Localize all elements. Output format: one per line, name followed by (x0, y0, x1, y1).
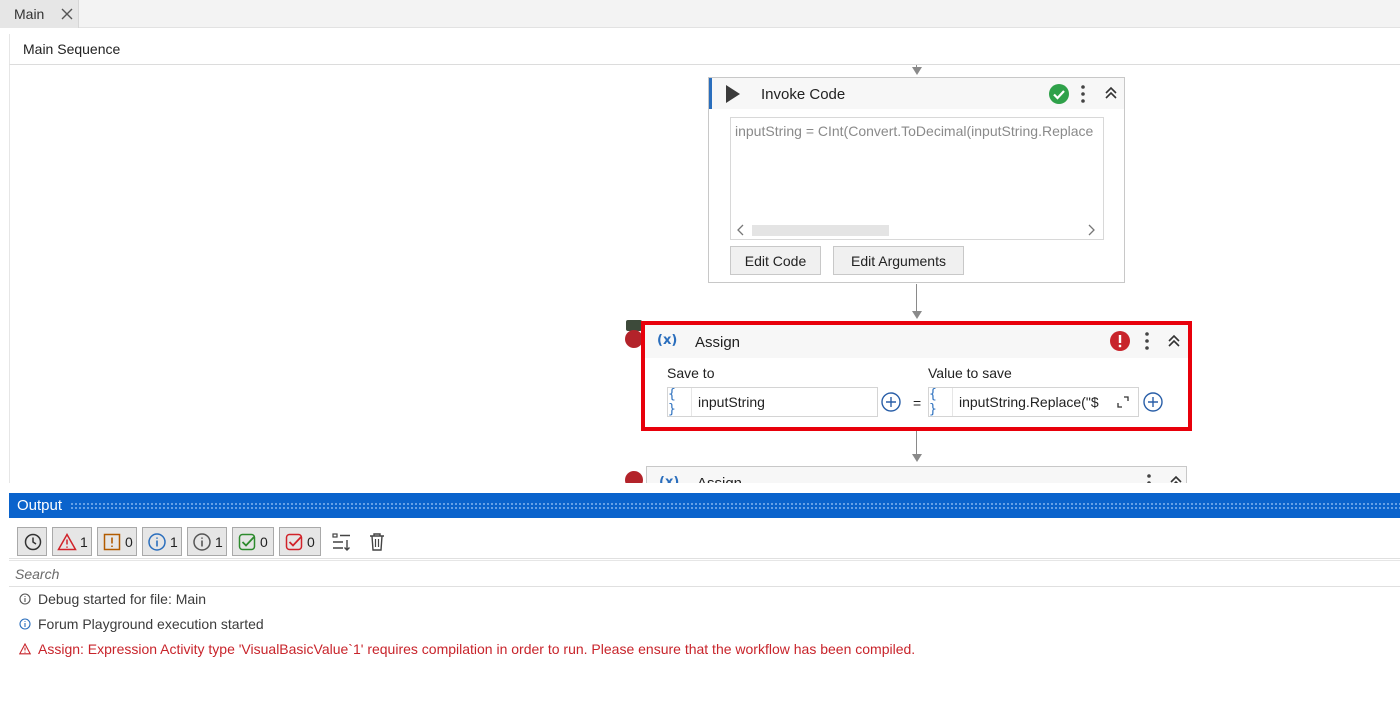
save-to-field[interactable]: { } inputString (667, 387, 878, 417)
connector-arrow (912, 67, 922, 75)
warning-triangle-icon (19, 643, 31, 655)
equals-sign: = (913, 395, 922, 411)
info-circle-icon (148, 532, 166, 551)
add-circle-icon[interactable] (880, 391, 902, 413)
assign-title: Assign (697, 475, 742, 483)
scrollbar-thumb[interactable] (752, 225, 889, 236)
edit-code-button[interactable]: Edit Code (730, 246, 821, 275)
breadcrumb-main-sequence[interactable]: Main Sequence (23, 41, 120, 57)
scroll-right-icon[interactable] (1086, 224, 1096, 236)
connector-arrow (912, 311, 922, 319)
errors-filter-button[interactable]: 1 (52, 527, 92, 556)
panel-drag-handle[interactable] (70, 501, 1400, 510)
value-to-save-label: Value to save (928, 365, 1012, 381)
invoke-code-activity[interactable]: Invoke Code inputString = CInt(Convert.T… (708, 77, 1125, 283)
collapse-icon[interactable] (1168, 474, 1184, 483)
log-entry[interactable]: Debug started for file: Main (19, 588, 206, 610)
success-count: 0 (260, 533, 268, 550)
invoke-code-title: Invoke Code (761, 86, 846, 103)
log-text: Assign: Expression Activity type 'Visual… (38, 641, 916, 657)
more-options-icon[interactable] (1079, 83, 1087, 105)
play-icon (726, 85, 740, 103)
designer-canvas[interactable]: Invoke Code inputString = CInt(Convert.T… (9, 65, 1400, 483)
error-icon[interactable] (1109, 330, 1131, 352)
breakpoint-icon[interactable] (625, 471, 643, 483)
timestamp-toggle-button[interactable] (17, 527, 47, 556)
check-circle-icon (1049, 84, 1069, 104)
scroll-left-icon[interactable] (736, 224, 746, 236)
clock-icon (24, 533, 42, 550)
info-count: 1 (170, 533, 178, 550)
info-circle-icon (19, 618, 31, 630)
assign-activity[interactable]: (x) Assign (646, 466, 1187, 483)
collapse-icon[interactable] (1103, 85, 1119, 101)
edit-arguments-button[interactable]: Edit Arguments (833, 246, 964, 275)
log-text: Forum Playground execution started (38, 616, 264, 632)
code-editor[interactable]: inputString = CInt(Convert.ToDecimal(inp… (730, 117, 1104, 240)
tab-main-label: Main (14, 6, 45, 22)
trace-circle-icon (193, 532, 211, 551)
assign-variable-icon: (x) (657, 333, 678, 348)
warning-square-icon (103, 533, 121, 550)
output-search (9, 560, 1400, 587)
connector-line (916, 284, 917, 314)
warnings-count: 0 (125, 533, 133, 550)
output-log: Debug started for file: Main Forum Playg… (9, 587, 1400, 715)
tab-main[interactable]: Main (0, 0, 79, 28)
horizontal-scrollbar[interactable] (731, 221, 1103, 239)
panel-edge (0, 493, 9, 715)
collapse-icon[interactable] (1166, 333, 1182, 349)
sort-list-icon[interactable] (331, 531, 353, 553)
value-to-save-field[interactable]: { } inputString.Replace("$ (928, 387, 1139, 417)
invoke-code-header[interactable]: Invoke Code (709, 78, 1124, 109)
assign-activity[interactable]: (x) Assign Save to Value to save { } inp… (641, 321, 1192, 431)
check-error-square-icon (285, 533, 303, 550)
save-to-label: Save to (667, 365, 715, 381)
success-filter-button[interactable]: 0 (232, 527, 274, 556)
value-to-save-value: inputString.Replace("$ (959, 394, 1099, 410)
check-square-icon (238, 533, 256, 550)
close-icon[interactable] (58, 5, 76, 23)
add-circle-icon[interactable] (1142, 391, 1164, 413)
braces-icon: { } (929, 387, 953, 417)
output-panel-header[interactable]: Output (9, 493, 1400, 518)
assign-variable-icon: (x) (659, 475, 680, 483)
failures-filter-button[interactable]: 0 (279, 527, 321, 556)
assign-header[interactable]: (x) Assign (645, 325, 1188, 358)
trash-icon[interactable] (366, 531, 388, 553)
info-filter-button[interactable]: 1 (142, 527, 182, 556)
output-toolbar: 1 0 1 1 0 0 (9, 519, 1400, 559)
more-options-icon[interactable] (1145, 472, 1153, 483)
trace-circle-icon (19, 593, 31, 605)
log-entry[interactable]: Forum Playground execution started (19, 613, 264, 635)
document-tab-strip: Main (0, 0, 1400, 28)
errors-count: 1 (80, 533, 88, 550)
search-input[interactable] (9, 561, 1400, 586)
assign-title: Assign (695, 334, 741, 351)
connector-arrow (912, 454, 922, 462)
expand-icon[interactable] (1116, 395, 1130, 409)
failures-count: 0 (307, 533, 315, 550)
output-title: Output (17, 497, 63, 514)
trace-count: 1 (215, 533, 223, 550)
warnings-filter-button[interactable]: 0 (97, 527, 137, 556)
save-to-value: inputString (698, 394, 765, 410)
trace-filter-button[interactable]: 1 (187, 527, 227, 556)
log-text: Debug started for file: Main (38, 591, 207, 607)
braces-icon: { } (668, 387, 692, 417)
breadcrumb: Main Sequence (9, 34, 1400, 65)
log-entry[interactable]: Assign: Expression Activity type 'Visual… (19, 638, 915, 660)
code-text: inputString = CInt(Convert.ToDecimal(inp… (735, 123, 1094, 139)
warning-triangle-icon (57, 532, 77, 550)
more-options-icon[interactable] (1143, 330, 1151, 352)
